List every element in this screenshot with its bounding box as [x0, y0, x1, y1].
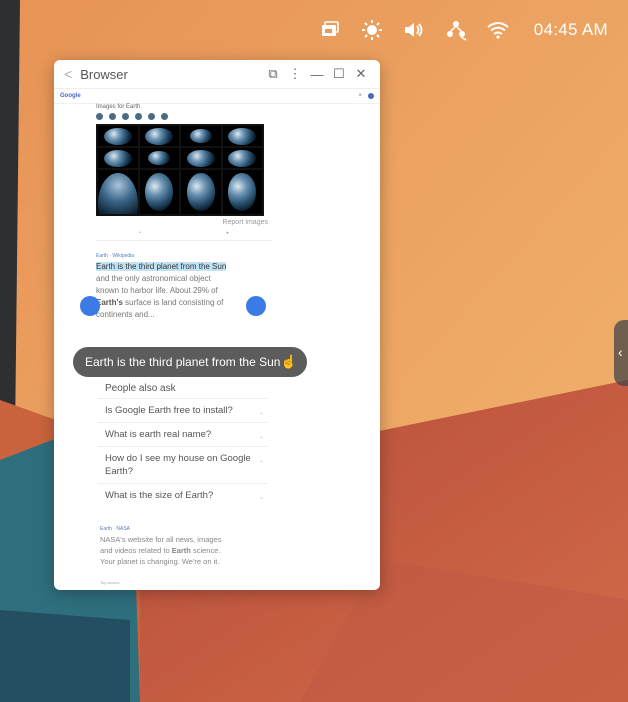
- earth-image[interactable]: [181, 126, 221, 147]
- selection-handle-start[interactable]: [80, 296, 100, 316]
- clock: 04:45 AM: [533, 20, 608, 39]
- earth-image[interactable]: [222, 170, 262, 214]
- earth-image[interactable]: [98, 126, 138, 147]
- wikipedia-source[interactable]: Earth · Wikipedia: [96, 253, 272, 259]
- paa-question[interactable]: Is Google Earth free to install? ⌄: [98, 398, 268, 422]
- maximize-button[interactable]: ☐: [328, 66, 350, 82]
- clear-icon[interactable]: ×: [358, 93, 362, 99]
- filter-chip[interactable]: [96, 113, 105, 120]
- paa-question[interactable]: What is the size of Earth? ⌄: [98, 483, 268, 507]
- images-pager: • ▸: [96, 230, 272, 241]
- more-menu-icon[interactable]: ⋮: [284, 66, 306, 82]
- pager-arrow-icon[interactable]: •: [139, 230, 141, 236]
- browser-titlebar: < Browser ⧉ ⋮ — ☐ ✕: [54, 60, 380, 89]
- window-switch-icon[interactable]: [318, 18, 342, 42]
- earth-image-grid: [96, 124, 264, 216]
- earth-image[interactable]: [139, 170, 179, 214]
- network-icon[interactable]: [444, 18, 468, 42]
- chevron-down-icon: ⌄: [258, 434, 264, 440]
- back-arrow-icon[interactable]: <: [64, 66, 72, 82]
- earth-image[interactable]: [98, 170, 138, 214]
- paa-question[interactable]: How do I see my house on Google Earth? ⌄: [98, 446, 268, 483]
- chevron-down-icon: ⌄: [258, 458, 264, 464]
- selected-text[interactable]: Earth is the third planet from the Sun: [96, 262, 227, 271]
- tabs-icon[interactable]: ⧉: [262, 66, 284, 82]
- image-filter-chips: [96, 113, 272, 120]
- wikipedia-snippet: Earth is the third planet from the Sun a…: [96, 262, 227, 319]
- search-bar[interactable]: Google ×: [54, 89, 380, 104]
- search-results: Images for Earth Report images • ▸ Earth…: [96, 104, 272, 321]
- pager-more-icon[interactable]: ▸: [227, 230, 230, 236]
- paa-title: People also ask: [105, 383, 176, 394]
- chevron-down-icon: ⌄: [258, 410, 264, 416]
- earth-image[interactable]: [181, 148, 221, 169]
- report-images-link[interactable]: Report images: [96, 219, 272, 226]
- filter-chip[interactable]: [135, 113, 144, 120]
- earth-image[interactable]: [139, 126, 179, 147]
- top-stories-heading: Top stories: [100, 580, 120, 585]
- selection-text: Earth is the third planet from the Sun: [85, 355, 281, 369]
- earth-image[interactable]: [98, 148, 138, 169]
- minimize-button[interactable]: —: [306, 67, 328, 82]
- filter-chip[interactable]: [148, 113, 157, 120]
- filter-chip[interactable]: [109, 113, 118, 120]
- nasa-result: Earth · NASA NASA's website for all news…: [100, 526, 270, 567]
- images-section-title: Images for Earth: [96, 104, 141, 110]
- filter-chip[interactable]: [161, 113, 170, 120]
- brightness-icon[interactable]: [360, 18, 384, 42]
- volume-icon[interactable]: [402, 18, 426, 42]
- selection-handle-end[interactable]: [246, 296, 266, 316]
- side-panel-handle[interactable]: ‹: [614, 320, 628, 386]
- nasa-source[interactable]: Earth · NASA: [100, 526, 270, 532]
- earth-image[interactable]: [222, 126, 262, 147]
- people-also-ask: People also ask Is Google Earth free to …: [98, 380, 268, 507]
- earth-image[interactable]: [139, 148, 179, 169]
- filter-chip[interactable]: [122, 113, 131, 120]
- wifi-icon[interactable]: [486, 18, 510, 42]
- nasa-snippet: NASA's website for all news, images and …: [100, 535, 222, 566]
- system-status-bar: 04:45 AM: [318, 14, 608, 46]
- avatar[interactable]: [368, 93, 374, 99]
- browser-window: < Browser ⧉ ⋮ — ☐ ✕ Google × Images for …: [54, 60, 380, 590]
- window-title: Browser: [80, 66, 128, 82]
- selection-toolbar[interactable]: Earth is the third planet from the Sun ☝: [73, 347, 307, 377]
- close-button[interactable]: ✕: [350, 66, 372, 82]
- chevron-down-icon: ⌄: [258, 495, 264, 501]
- hand-pointer-icon[interactable]: ☝: [281, 354, 297, 370]
- earth-image[interactable]: [222, 148, 262, 169]
- chevron-left-icon: ‹: [618, 344, 623, 360]
- search-engine-logo: Google: [60, 93, 81, 99]
- earth-image[interactable]: [181, 170, 221, 214]
- paa-question[interactable]: What is earth real name? ⌄: [98, 422, 268, 446]
